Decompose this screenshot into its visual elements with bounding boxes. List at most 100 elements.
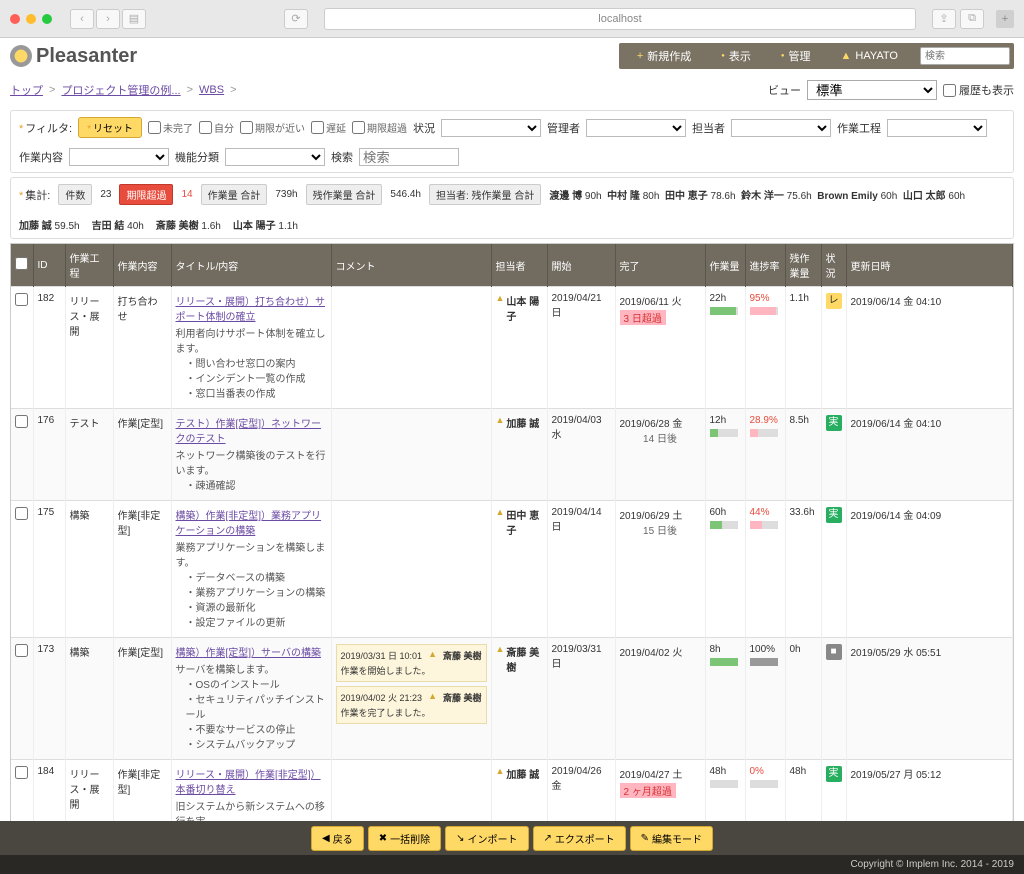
new-tab-button[interactable]: + [996, 10, 1014, 28]
table-row[interactable]: 182 リリース・展開 打ち合わせ リリース・展開）打ち合わせ）サポート体制の確… [11, 287, 1013, 409]
tabs-icon[interactable]: ⧉ [960, 9, 984, 29]
export-button[interactable]: ↗ エクスポート [533, 826, 626, 851]
crumb-wbs[interactable]: WBS [199, 84, 224, 96]
col-id[interactable]: ID [33, 244, 65, 287]
filter-search-input[interactable] [359, 148, 459, 166]
view-label: ビュー [768, 82, 801, 98]
table-row[interactable]: 173 構築 作業[定型] 構築）作業[定型]）サーバの構築サーバを構築します。… [11, 638, 1013, 760]
agg-people: 渡邊 博 90h 中村 隆 80h 田中 恵子 78.6h 鈴木 洋一 75.6… [549, 187, 970, 202]
user-icon: ▲ [496, 644, 505, 654]
row-checkbox[interactable] [15, 415, 28, 428]
row-checkbox[interactable] [15, 766, 28, 779]
title-link[interactable]: 構築）作業[非定型]）業務アプリケーションの構築 [176, 507, 327, 537]
crumb-top[interactable]: トップ [10, 82, 43, 98]
row-checkbox[interactable] [15, 507, 28, 520]
col-progress[interactable]: 進捗率 [745, 244, 785, 287]
edit-mode-button[interactable]: ✎ 編集モード [630, 826, 713, 851]
reset-button[interactable]: リセット [78, 117, 142, 138]
title-link[interactable]: リリース・展開）作業[非定型]）本番切り替え [176, 766, 327, 796]
cell-assignee: ▲田中 恵子 [491, 501, 547, 638]
cell-title: 構築）作業[非定型]）業務アプリケーションの構築業務アプリケーションを構築します… [171, 501, 331, 638]
back-button[interactable]: ◀ 戻る [311, 826, 364, 851]
cell-assignee: ▲加藤 誠 [491, 409, 547, 501]
history-toggle[interactable]: 履歴も表示 [943, 82, 1014, 98]
col-assignee[interactable]: 担当者 [491, 244, 547, 287]
back-button[interactable]: ‹ [70, 9, 94, 29]
window-controls [10, 14, 52, 24]
minimize-window-icon[interactable] [26, 14, 36, 24]
cell-process: 構築 [65, 638, 113, 760]
filter-manager-select[interactable] [586, 119, 686, 137]
row-checkbox[interactable] [15, 293, 28, 306]
sidebar-button[interactable]: ▤ [122, 9, 146, 29]
row-checkbox[interactable] [15, 644, 28, 657]
filter-assignee-select[interactable] [731, 119, 831, 137]
title-link[interactable]: リリース・展開）打ち合わせ）サポート体制の確立 [176, 293, 327, 323]
agg-work-label: 作業量 合計 [201, 184, 268, 205]
maximize-window-icon[interactable] [42, 14, 52, 24]
crumb-project[interactable]: プロジェクト管理の例... [61, 82, 180, 98]
delete-all-button[interactable]: ✖ 一括削除 [368, 826, 441, 851]
title-link[interactable]: 構築）作業[定型]）サーバの構築 [176, 644, 327, 659]
import-button[interactable]: ↘ インポート [445, 826, 528, 851]
cell-comment [331, 409, 491, 501]
menu-new[interactable]: 新規作成 [623, 48, 705, 64]
menu-view[interactable]: 表示 [707, 48, 765, 64]
agg-overdue-label: 期限超過 [119, 184, 173, 205]
cell-title: リリース・展開）打ち合わせ）サポート体制の確立利用者向けサポート体制を確立します… [171, 287, 331, 409]
filter-delay[interactable]: 遅延 [311, 120, 346, 135]
cell-content: 打ち合わせ [113, 287, 171, 409]
menu-user[interactable]: HAYATO [827, 50, 912, 62]
filter-process-select[interactable] [887, 119, 987, 137]
browser-nav: ‹ › ▤ [70, 9, 146, 29]
share-icon[interactable]: ⇪ [932, 9, 956, 29]
url-bar[interactable]: localhost [324, 8, 916, 30]
cell-comment [331, 287, 491, 409]
history-checkbox[interactable] [943, 84, 956, 97]
close-window-icon[interactable] [10, 14, 20, 24]
col-process[interactable]: 作業工程 [65, 244, 113, 287]
col-content[interactable]: 作業内容 [113, 244, 171, 287]
filter-manager-label: 管理者 [547, 120, 580, 136]
cell-title: テスト）作業[定型]）ネットワークのテストネットワーク構築後のテストを行います。… [171, 409, 331, 501]
forward-button[interactable]: › [96, 9, 120, 29]
col-checkbox[interactable] [11, 244, 33, 287]
breadcrumb: トップ > プロジェクト管理の例... > WBS > ビュー 標準 履歴も表示 [0, 74, 1024, 106]
table-row[interactable]: 176 テスト 作業[定型] テスト）作業[定型]）ネットワークのテストネットワ… [11, 409, 1013, 501]
col-updated[interactable]: 更新日時 [846, 244, 1013, 287]
filter-content-select[interactable] [69, 148, 169, 166]
filter-overdue[interactable]: 期限超過 [352, 120, 407, 135]
logo[interactable]: Pleasanter [10, 45, 137, 68]
table-row[interactable]: 175 構築 作業[非定型] 構築）作業[非定型]）業務アプリケーションの構築業… [11, 501, 1013, 638]
history-label: 履歴も表示 [959, 82, 1014, 98]
user-icon: ▲ [496, 507, 505, 517]
col-remaining[interactable]: 残作業量 [785, 244, 821, 287]
filter-status-select[interactable] [441, 119, 541, 137]
cell-work: 22h [705, 287, 745, 409]
data-table: ID 作業工程 作業内容 タイトル/内容 コメント 担当者 開始 完了 作業量 … [10, 243, 1014, 837]
title-link[interactable]: テスト）作業[定型]）ネットワークのテスト [176, 415, 327, 445]
cell-title: 構築）作業[定型]）サーバの構築サーバを構築します。・OSのインストール・セキュ… [171, 638, 331, 760]
col-end[interactable]: 完了 [615, 244, 705, 287]
view-select[interactable]: 標準 [807, 80, 937, 100]
cell-content: 作業[定型] [113, 409, 171, 501]
menu-manage[interactable]: 管理 [767, 48, 825, 64]
filter-category-select[interactable] [225, 148, 325, 166]
filter-own[interactable]: 自分 [199, 120, 234, 135]
col-comment[interactable]: コメント [331, 244, 491, 287]
agg-count-label: 件数 [58, 184, 92, 205]
table-header: ID 作業工程 作業内容 タイトル/内容 コメント 担当者 開始 完了 作業量 … [11, 244, 1013, 287]
view-control: ビュー 標準 履歴も表示 [768, 80, 1014, 100]
filter-incomplete[interactable]: 未完了 [148, 120, 193, 135]
filter-near-deadline[interactable]: 期限が近い [240, 120, 305, 135]
header-search-input[interactable] [920, 47, 1010, 65]
col-status[interactable]: 状況 [821, 244, 846, 287]
reader-button[interactable]: ⟳ [284, 9, 308, 29]
col-start[interactable]: 開始 [547, 244, 615, 287]
status-badge: 実 [826, 415, 842, 431]
agg-people-row2: 加藤 誠 59.5h吉田 結 40h斎藤 美樹 1.6h山本 陽子 1.1h [19, 217, 1005, 232]
cell-progress: 100% [745, 638, 785, 760]
col-work[interactable]: 作業量 [705, 244, 745, 287]
cell-assignee: ▲斎藤 美樹 [491, 638, 547, 760]
col-title[interactable]: タイトル/内容 [171, 244, 331, 287]
